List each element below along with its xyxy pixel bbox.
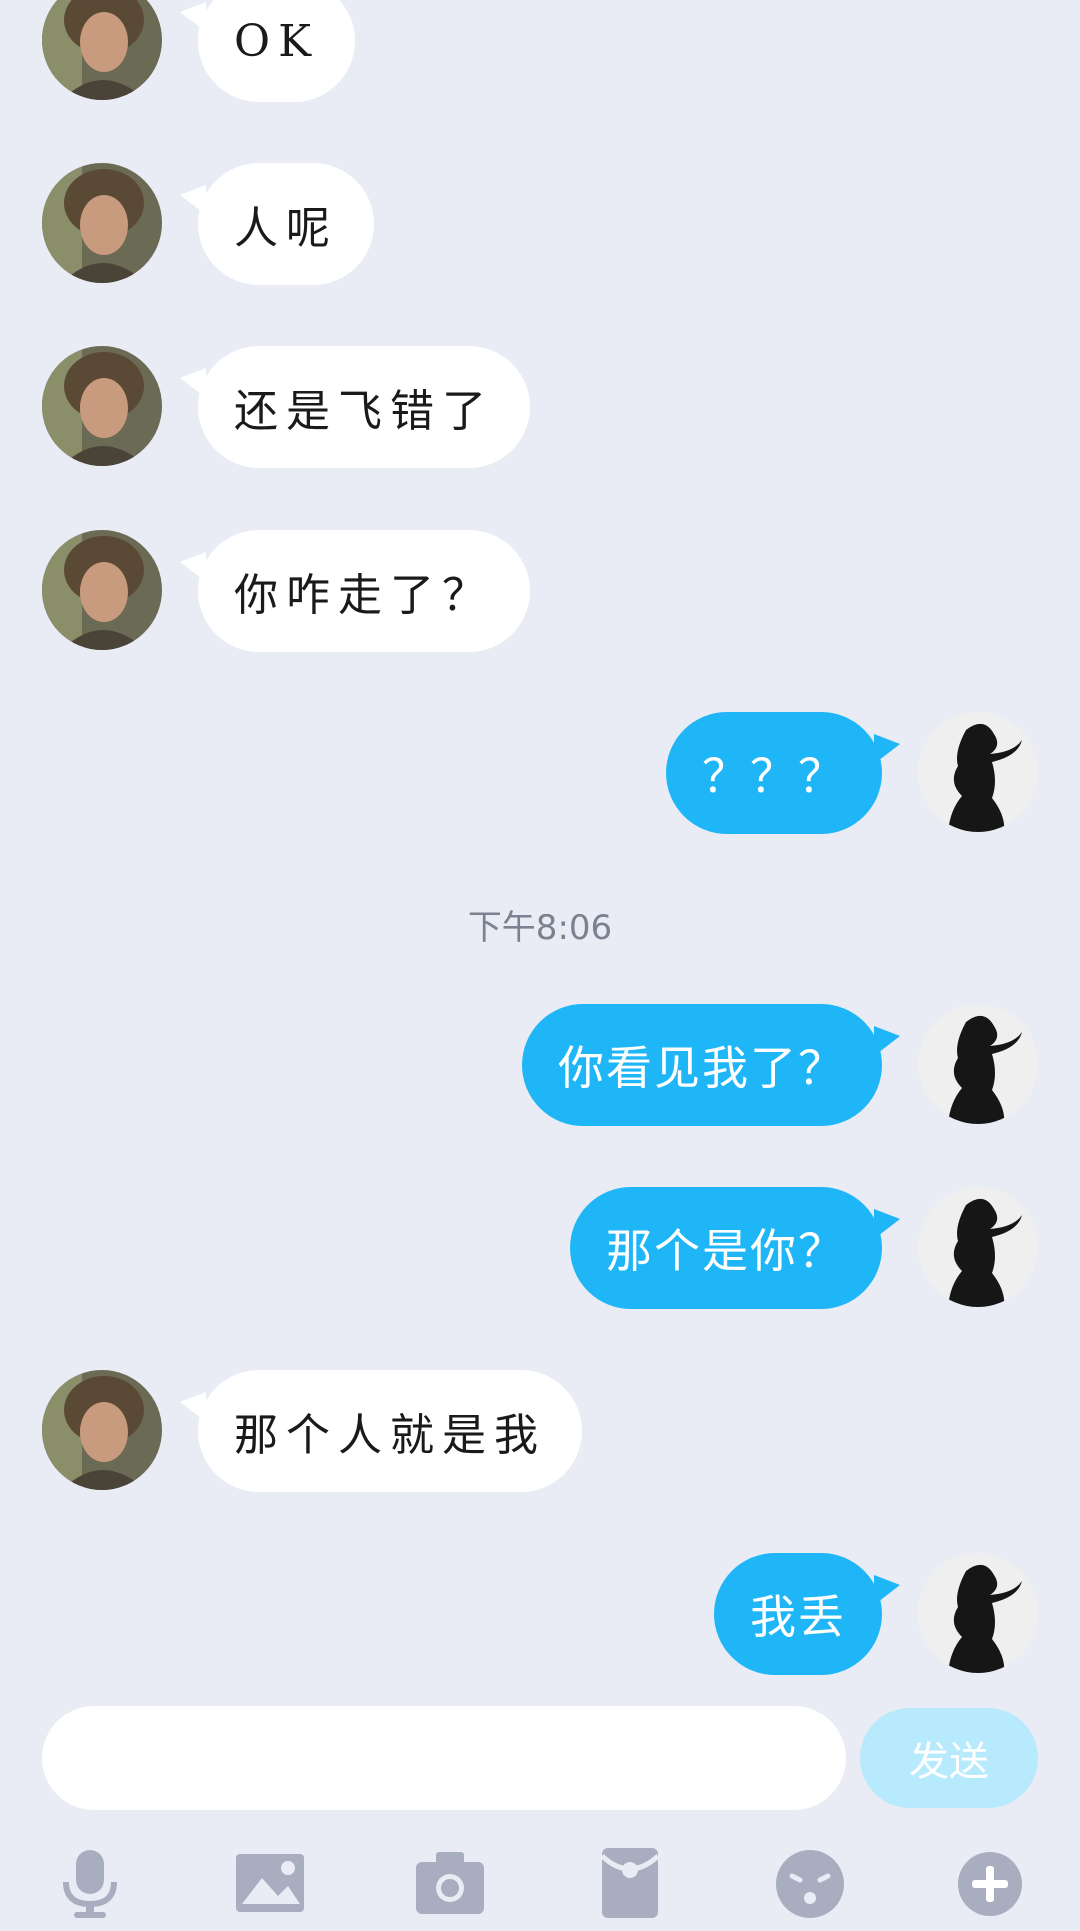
message-row-outgoing: 那个是你？: [0, 1187, 1080, 1309]
message-bubble[interactable]: 你咋走了？: [198, 530, 530, 652]
message-timestamp: 下午8:06: [467, 908, 613, 948]
input-toolbar: [0, 1830, 1080, 1931]
contact-avatar[interactable]: [42, 1370, 162, 1490]
message-row-incoming: 你咋走了？: [0, 530, 1080, 652]
message-row-outgoing: 我丢: [0, 1553, 1080, 1675]
input-bar: 发送: [0, 1700, 1080, 1810]
red-packet-icon[interactable]: [590, 1842, 670, 1922]
message-bubble[interactable]: OK: [198, 0, 355, 102]
message-bubble[interactable]: 还是飞错了: [198, 346, 530, 468]
contact-avatar[interactable]: [42, 346, 162, 466]
message-bubble[interactable]: 我丢: [714, 1553, 882, 1675]
camera-icon[interactable]: [410, 1842, 490, 1922]
message-bubble[interactable]: 人呢: [198, 163, 374, 285]
message-bubble[interactable]: 那个人就是我: [198, 1370, 582, 1492]
send-button[interactable]: 发送: [860, 1708, 1038, 1808]
contact-avatar[interactable]: [42, 163, 162, 283]
user-avatar[interactable]: [918, 712, 1038, 832]
image-icon[interactable]: [230, 1842, 310, 1922]
message-row-outgoing: 你看见我了？: [0, 1004, 1080, 1126]
message-bubble[interactable]: 你看见我了？: [522, 1004, 882, 1126]
microphone-icon[interactable]: [50, 1842, 130, 1922]
user-avatar[interactable]: [918, 1004, 1038, 1124]
message-bubble[interactable]: ？？？: [666, 712, 882, 834]
plus-icon[interactable]: [950, 1842, 1030, 1922]
message-row-outgoing: ？？？: [0, 712, 1080, 834]
emoji-icon[interactable]: [770, 1842, 850, 1922]
contact-avatar[interactable]: [42, 0, 162, 100]
user-avatar[interactable]: [918, 1187, 1038, 1307]
contact-avatar[interactable]: [42, 530, 162, 650]
user-avatar[interactable]: [918, 1553, 1038, 1673]
chat-area[interactable]: OK 人呢 还是飞错了 你咋走了？ ？？？ 下午8:06 你看见我了？ 那个是你…: [0, 0, 1080, 1700]
message-row-incoming: 还是飞错了: [0, 346, 1080, 468]
message-row-incoming: 人呢: [0, 163, 1080, 285]
message-row-incoming: 那个人就是我: [0, 1370, 1080, 1492]
message-input[interactable]: [42, 1706, 846, 1810]
message-row-incoming: OK: [0, 0, 1080, 102]
message-bubble[interactable]: 那个是你？: [570, 1187, 882, 1309]
